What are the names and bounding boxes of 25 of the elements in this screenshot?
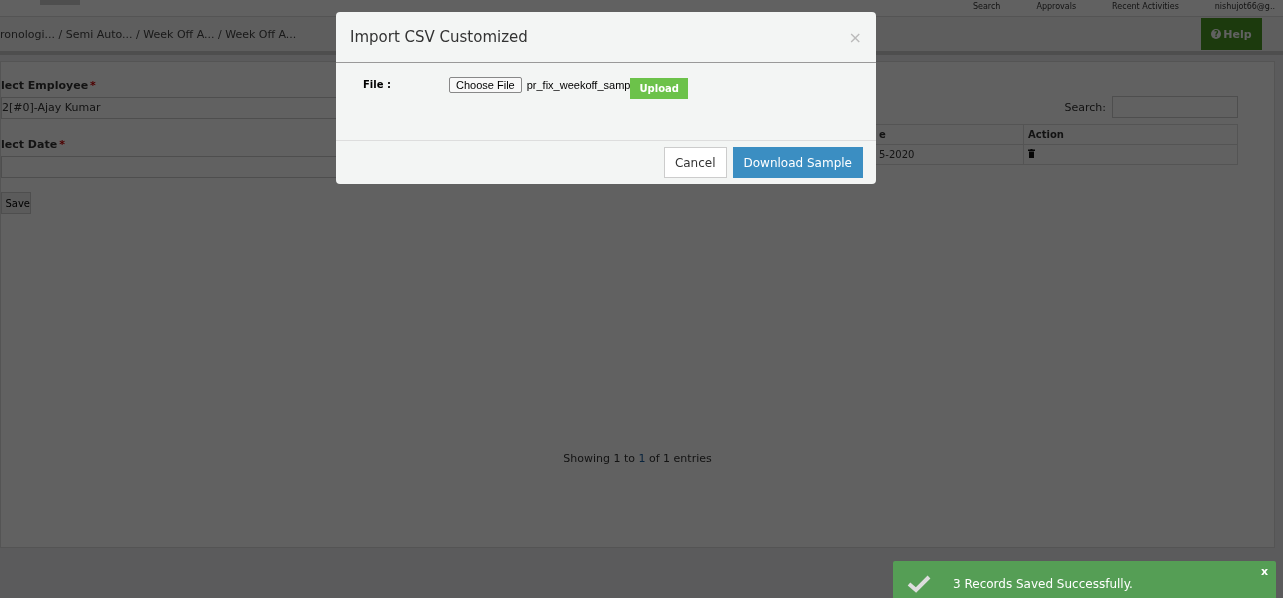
download-sample-button[interactable]: Download Sample — [732, 147, 863, 178]
cancel-button[interactable]: Cancel — [663, 147, 727, 178]
close-button[interactable]: x — [1260, 565, 1268, 578]
help-icon: ? — [1211, 29, 1222, 39]
nav-link[interactable]: nishujot66@g.. — [1214, 2, 1275, 11]
choose-file-button[interactable]: Choose File — [449, 77, 522, 93]
help-button[interactable]: ? Help — [1201, 18, 1262, 50]
field-label: lect Employee * — [1, 79, 97, 92]
upload-button[interactable]: Upload — [630, 78, 688, 99]
column-header: Action — [1023, 124, 1238, 145]
entries-info: Showing 1 to 1 of 1 entries — [563, 452, 712, 465]
nav-link[interactable]: Search — [972, 2, 1001, 11]
nav-link[interactable]: Recent Activities — [1112, 2, 1179, 11]
file-name: pr_fix_weekoff_samp — [526, 79, 631, 91]
file-label: File : — [363, 79, 392, 90]
toast-message: 3 Records Saved Successfully. — [953, 576, 1133, 591]
check-icon — [907, 574, 931, 593]
field-label: lect Date * — [1, 138, 66, 151]
save-button[interactable]: Save — [1, 192, 31, 214]
dialog-title: Import CSV Customized — [350, 28, 528, 46]
search-label: Search: — [1064, 100, 1106, 114]
close-button[interactable]: × — [848, 27, 862, 47]
trash-icon[interactable] — [1028, 149, 1035, 158]
nav-link[interactable]: Approvals — [1036, 2, 1077, 11]
breadcrumb: ronologi... / Semi Auto... / Week Off A... / Week Off A... — [0, 27, 297, 41]
